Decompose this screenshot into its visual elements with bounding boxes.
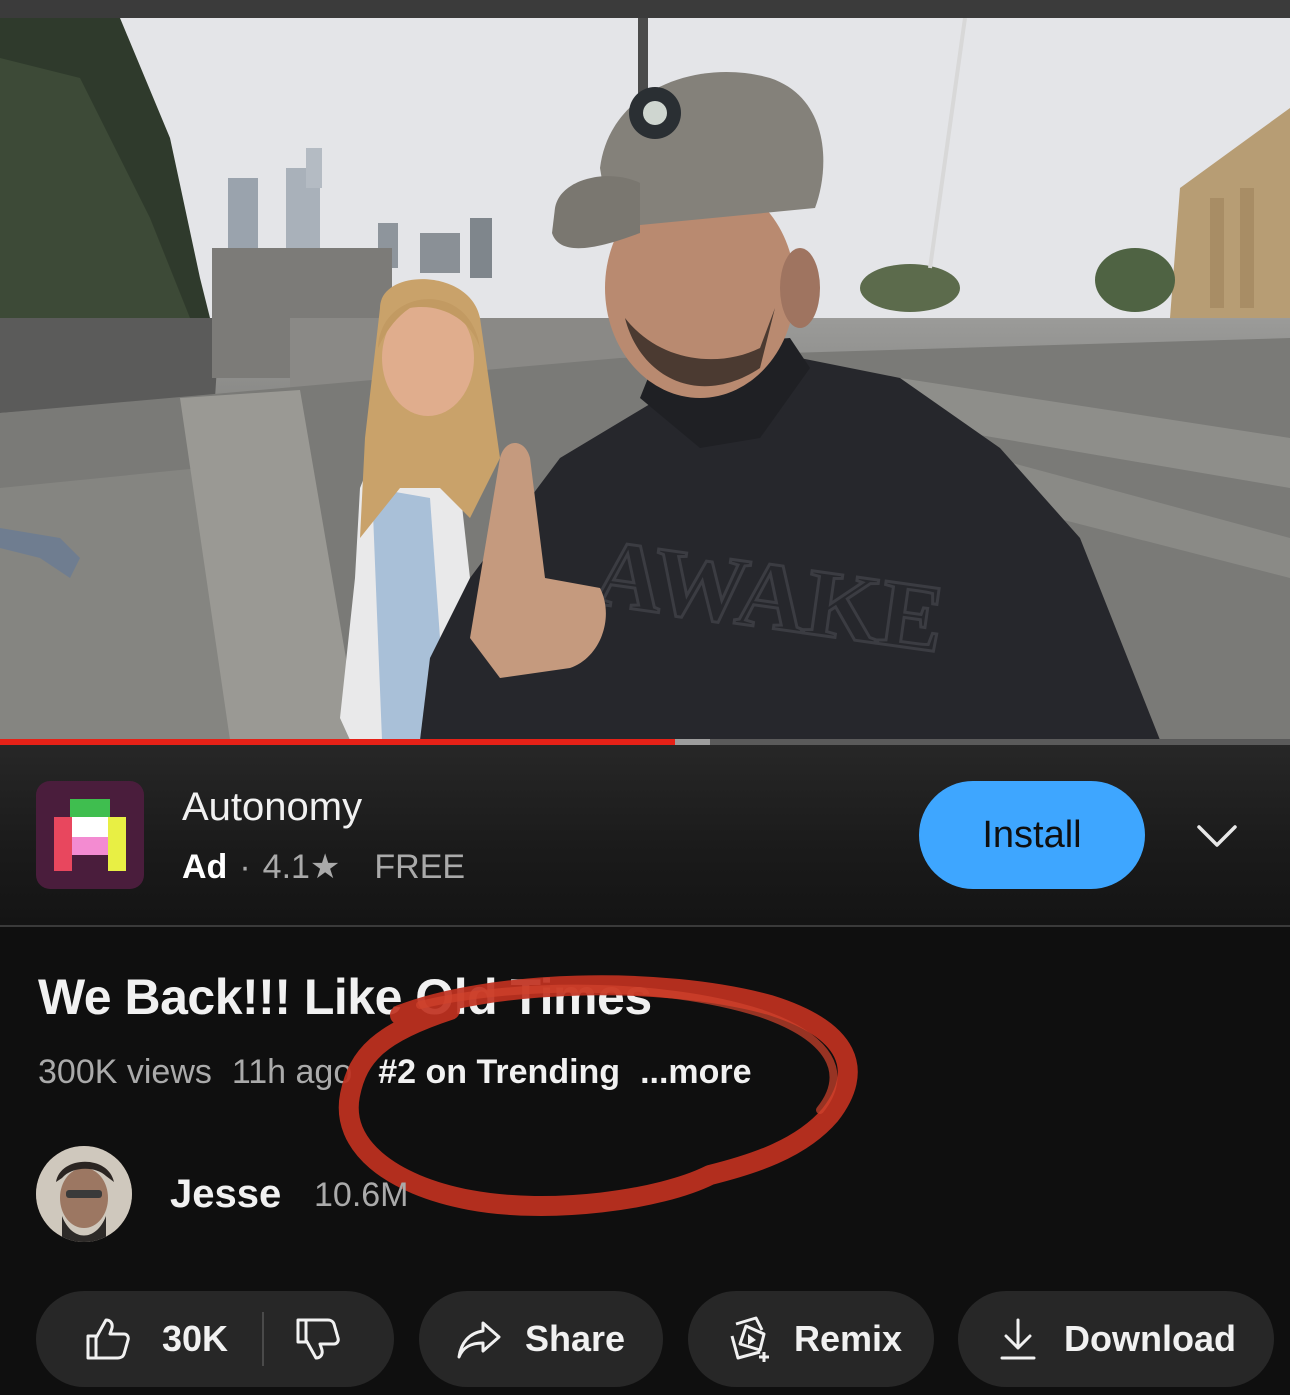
share-label: Share [525,1318,626,1359]
like-divider [262,1312,265,1366]
remix-label: Remix [794,1318,903,1359]
download-icon [1000,1318,1036,1360]
meta-separator: · [239,848,251,886]
video-title[interactable]: We Back!!! Like Old Times [38,968,652,1026]
download-label: Download [1064,1318,1236,1359]
ad-panel[interactable]: Autonomy Ad · 4.1★ FREE Install [0,745,1290,925]
channel-name[interactable]: Jesse [170,1172,281,1217]
remix-icon [730,1316,769,1362]
channel-avatar[interactable] [36,1146,132,1242]
share-button[interactable]: Share [419,1291,663,1387]
top-status-strip [0,0,1290,18]
ad-meta: Ad · 4.1★ FREE [182,847,465,887]
like-dislike-group[interactable]: 30K [36,1291,394,1387]
thumbs-up-icon[interactable] [82,1314,132,1364]
video-player[interactable]: AWAKE [0,18,1290,740]
thumbs-down-icon[interactable] [292,1314,342,1364]
view-count: 300K views [38,1053,212,1091]
section-divider [0,925,1290,927]
share-arrow-icon [457,1321,501,1359]
remix-button[interactable]: Remix [688,1291,934,1387]
install-button[interactable]: Install [919,781,1145,889]
subscriber-count: 10.6M [314,1176,409,1214]
download-button[interactable]: Download [958,1291,1274,1387]
chevron-down-icon[interactable] [1196,821,1238,851]
ad-app-name[interactable]: Autonomy [182,785,362,830]
ad-badge: Ad [182,848,228,886]
video-frame: AWAKE [0,18,1290,740]
star-icon: ★ [309,848,341,886]
ad-rating: 4.1 [262,848,310,886]
like-count[interactable]: 30K [162,1318,228,1360]
upload-age: 11h ago [231,1053,353,1091]
ad-price: FREE [374,848,466,886]
autonomy-app-logo[interactable] [36,781,144,889]
trending-badge[interactable]: #2 on Trending [378,1053,620,1091]
video-meta[interactable]: 300K views 11h ago #2 on Trending ...more [38,1053,772,1092]
more-link[interactable]: ...more [640,1053,751,1091]
